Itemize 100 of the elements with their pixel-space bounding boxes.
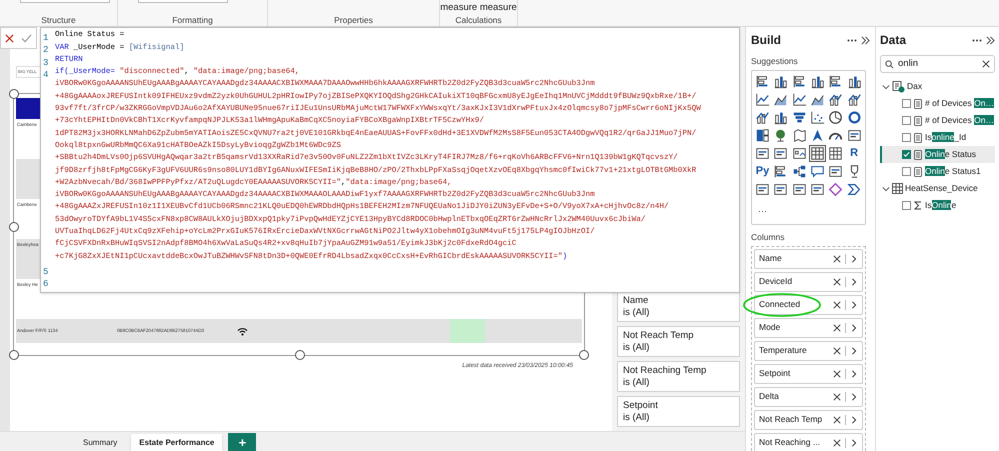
field-label: Temperature [759,344,808,357]
field-well[interactable]: Mode [754,318,863,338]
field-label: Delta [759,390,780,403]
search-field[interactable]: onlin [880,55,995,73]
field-well[interactable]: Name [754,248,863,268]
pane-title: Data [880,32,906,49]
visual-type-button[interactable]: R [846,144,863,162]
chevron-icon[interactable] [850,438,858,446]
resize-handle[interactable] [9,350,19,360]
checkbox[interactable] [902,150,911,159]
cancel-icon[interactable] [4,34,14,42]
remove-icon[interactable] [833,438,841,446]
line-number: 2 [43,45,48,56]
resize-handle[interactable] [9,89,19,99]
line-number: 6 [43,279,48,290]
remove-icon[interactable] [833,324,841,332]
chevron-icon[interactable] [850,370,858,378]
chart-type-icon[interactable] [827,144,844,162]
clear-icon[interactable] [982,60,990,68]
more-icon[interactable] [972,38,982,42]
checkbox[interactable] [902,99,911,108]
filter-card[interactable]: Setpoint is (All) [617,396,740,427]
more-visuals-button[interactable]: ··· [754,204,767,217]
remove-icon[interactable] [833,392,841,400]
table-name[interactable]: Dax [907,80,922,93]
field-well[interactable]: Connected [754,294,863,314]
chevron-icon[interactable] [850,346,858,354]
filter-field: Not Reaching Temp [623,364,739,376]
group-label: Structure [41,16,76,24]
page-tab[interactable]: Summary [75,434,126,451]
field-name[interactable]: # of Devices On… [925,97,994,110]
selected-field-row[interactable]: Online Status [880,146,995,163]
filter-card[interactable]: Not Reach Temp is (All) [617,326,740,357]
field-well[interactable]: Temperature [754,340,863,360]
field-well[interactable]: Delta [754,386,863,406]
remove-icon[interactable] [833,278,841,286]
field-well[interactable]: Setpoint [754,364,863,384]
chevron-icon[interactable] [850,278,858,286]
checkbox[interactable] [902,167,911,176]
filter-condition: is (All) [623,376,650,388]
collapse-icon[interactable] [986,36,995,44]
checkbox[interactable] [902,116,911,125]
chart-type-icon[interactable] [827,108,844,126]
remove-icon[interactable] [833,254,841,262]
sigma-icon [914,201,922,210]
page-tab[interactable]: Estate Performance [131,434,222,451]
field-well[interactable]: Not Reach Temp [754,410,863,430]
add-page-button[interactable]: + [228,433,256,451]
code-editor[interactable] [40,27,740,293]
chevron-icon[interactable] [850,416,858,424]
field-name[interactable]: # of Devices On… [925,114,994,127]
ribbon-button[interactable]: measure measure [440,3,517,12]
field-label: Mode [759,321,782,334]
chart-type-icon[interactable] [846,108,863,126]
chevron-icon[interactable] [882,82,890,90]
visual-type-button[interactable]: Py [754,162,771,180]
filter-card[interactable]: Not Reaching Temp is (All) [617,361,740,392]
remove-icon[interactable] [833,346,841,354]
chevron-icon[interactable] [850,392,858,400]
field-label: Setpoint [759,367,792,380]
filter-field: Not Reach Temp [623,330,739,342]
chart-type-icon[interactable] [754,126,771,144]
checkbox[interactable] [902,133,911,142]
field-name[interactable]: Online Status1 [925,165,981,178]
chevron-icon[interactable] [850,254,858,262]
calculator-icon [914,150,922,160]
search-icon [885,60,894,68]
group-label: Properties [334,16,373,24]
chart-type-icon[interactable] [827,180,844,198]
remove-icon[interactable] [833,300,841,308]
pane-title: Build [751,32,781,49]
chart-type-icon[interactable] [809,144,826,162]
field-name[interactable]: Isonline_Id [925,131,966,144]
chevron-icon[interactable] [850,300,858,308]
checkbox[interactable] [902,201,911,210]
filter-card[interactable]: Name is (All) [617,291,740,322]
line-number: 1 [43,33,48,44]
field-well[interactable]: DeviceId [754,272,863,292]
filter-field: Setpoint [623,400,739,412]
more-icon[interactable] [847,38,857,42]
calculator-icon [914,166,922,176]
line-number: 4 [43,70,48,80]
chevron-icon[interactable] [850,324,858,332]
table-icon [892,183,903,194]
field-label: Name [759,252,783,265]
table-name[interactable]: HeatSense_Device [905,182,978,195]
field-name[interactable]: Online Status [925,148,976,161]
resize-handle[interactable] [295,350,305,360]
group-label: Calculations [455,16,502,24]
field-well[interactable]: Not Reaching ... [754,432,863,451]
check-icon[interactable] [21,34,32,42]
filter-field: Name [623,294,739,306]
resize-handle[interactable] [579,350,589,360]
remove-icon[interactable] [833,416,841,424]
chevron-icon[interactable] [882,184,890,192]
section-label: Columns [751,230,786,244]
calculator-icon [914,132,922,142]
filter-condition: is (All) [623,342,650,354]
remove-icon[interactable] [833,370,841,378]
collapse-icon[interactable] [861,36,870,44]
